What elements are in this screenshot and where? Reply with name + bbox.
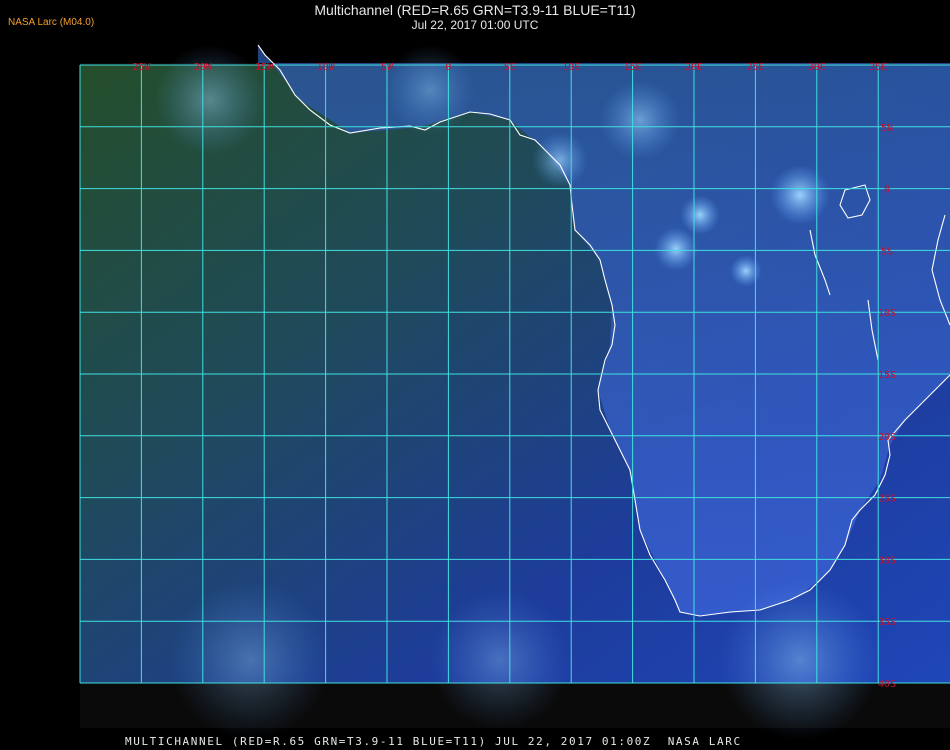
cloud-cluster (430, 590, 570, 730)
latitude-label: 40S (878, 679, 896, 690)
longitude-label: 15E (624, 62, 642, 73)
cloud-cluster (385, 45, 475, 135)
longitude-label: 5W (381, 62, 394, 73)
latitude-label: 10S (878, 308, 896, 319)
longitude-label: 25W (132, 62, 151, 73)
cloud-cluster (720, 580, 880, 740)
cloud-cluster (654, 227, 698, 271)
latitude-label: 5S (881, 246, 893, 257)
longitude-label: 10E (562, 62, 580, 73)
latitude-label: 5N (881, 123, 893, 134)
longitude-label: 5E (504, 62, 516, 73)
latitude-label: 15S (878, 370, 896, 381)
satellite-map: 25W 20W 15W 10W 5W 0 5E 10E 15E 20E 25E 30E 35E 5N 0 5S… (79, 44, 950, 740)
latitude-label: 0 (884, 185, 890, 196)
cloud-cluster (532, 132, 588, 188)
cloud-cluster (680, 195, 720, 235)
longitude-label: 30E (808, 62, 826, 73)
longitude-label: 20E (685, 62, 703, 73)
footer-caption: MULTICHANNEL (RED=R.65 GRN=T3.9-11 BLUE=… (125, 735, 742, 748)
latitude-label: 20S (878, 432, 896, 443)
longitude-label: 35E (869, 62, 887, 73)
cloud-cluster (730, 255, 762, 287)
longitude-label: 0 (445, 62, 451, 73)
cloud-cluster (600, 80, 680, 160)
longitude-label: 10W (317, 62, 336, 73)
latitude-label: 30S (878, 555, 896, 566)
longitude-label: 25E (746, 62, 764, 73)
cloud-cluster (770, 165, 830, 225)
longitude-label: 20W (194, 62, 213, 73)
cloud-cluster (170, 580, 330, 740)
latitude-label: 25S (878, 494, 896, 505)
longitude-label: 15W (255, 62, 274, 73)
latitude-label: 35S (878, 617, 896, 628)
